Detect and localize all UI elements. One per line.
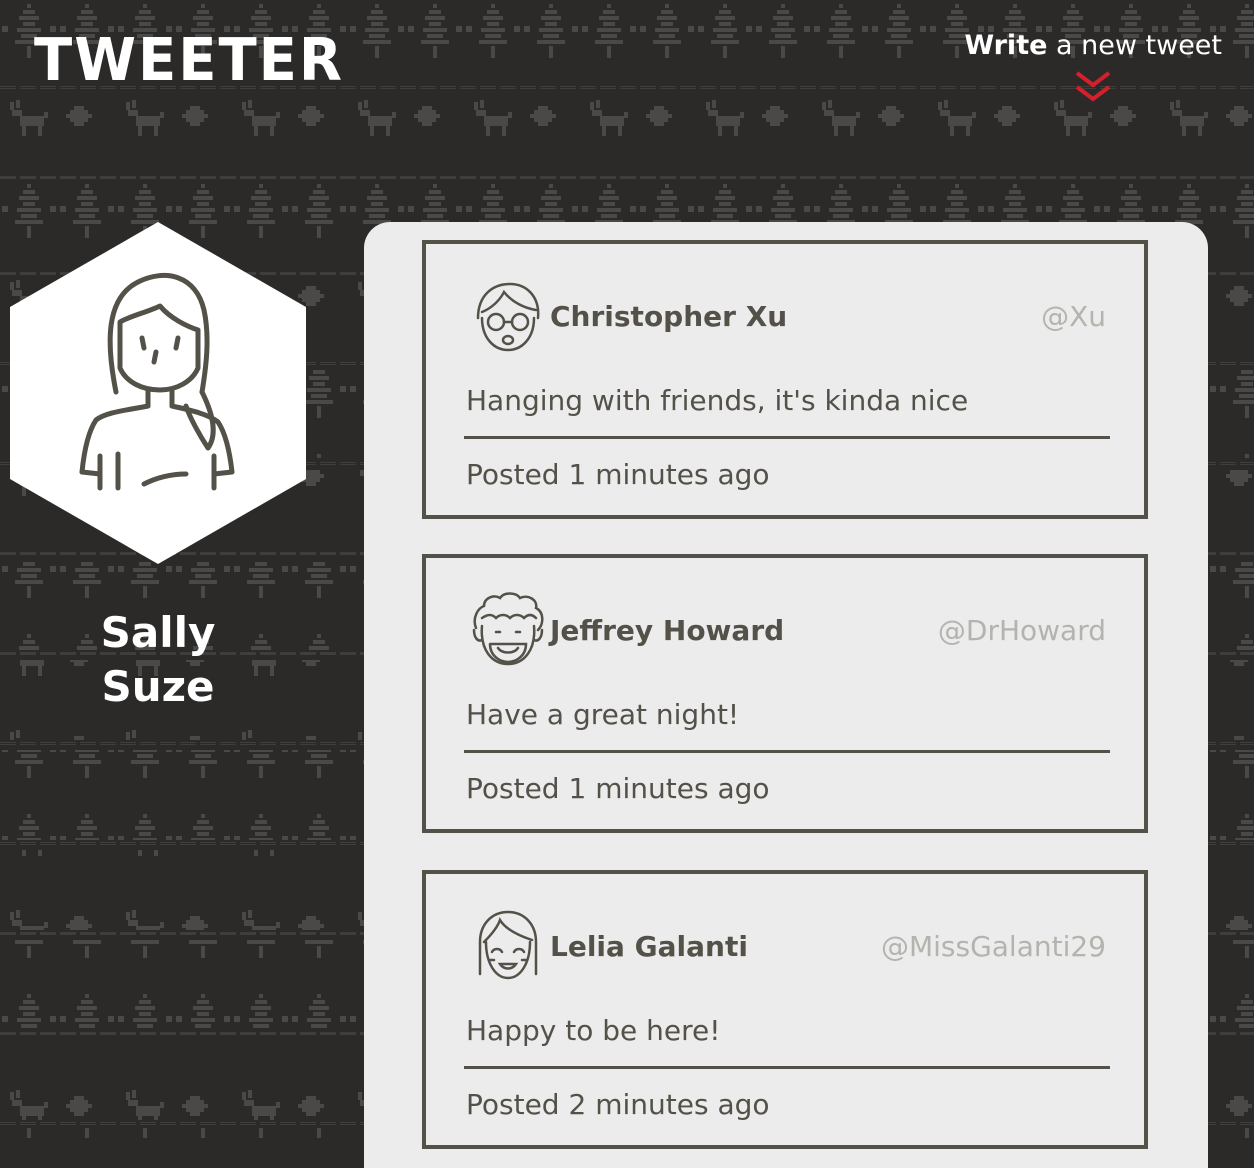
- tweet-text: Hanging with friends, it's kinda nice: [466, 384, 969, 417]
- tweet-divider: [464, 750, 1110, 753]
- user-profile: Sally Suze: [10, 222, 306, 714]
- tweet-text: Have a great night!: [466, 698, 740, 731]
- tweet-author-name[interactable]: Christopher Xu: [550, 300, 787, 333]
- tweet-author-name[interactable]: Lelia Galanti: [550, 930, 748, 963]
- double-chevron-down-icon[interactable]: [1073, 71, 1113, 105]
- tweet-card[interactable]: Jeffrey Howard @DrHoward Have a great ni…: [422, 554, 1148, 833]
- tweet-author-name[interactable]: Jeffrey Howard: [550, 614, 784, 647]
- write-new-tweet-button[interactable]: Write a new tweet: [964, 30, 1222, 105]
- tweet-author-handle[interactable]: @MissGalanti29: [881, 930, 1106, 963]
- tweet-author-handle[interactable]: @DrHoward: [938, 614, 1106, 647]
- tweet-feed[interactable]: Christopher Xu @Xu Hanging with friends,…: [364, 222, 1208, 1168]
- tweet-timestamp: Posted 1 minutes ago: [466, 458, 770, 491]
- tweet-card[interactable]: Christopher Xu @Xu Hanging with friends,…: [422, 240, 1148, 519]
- woman-avatar-icon: [10, 222, 306, 564]
- tweet-timestamp: Posted 1 minutes ago: [466, 772, 770, 805]
- compose-label-strong: Write: [964, 30, 1048, 61]
- profile-name: Sally Suze: [10, 606, 306, 714]
- tweet-text: Happy to be here!: [466, 1014, 721, 1047]
- tweet-divider: [464, 1066, 1110, 1069]
- tweet-header: Lelia Galanti @MissGalanti29: [470, 908, 1106, 984]
- profile-last-name: Suze: [101, 662, 215, 711]
- app-logo[interactable]: TWEETER: [34, 26, 344, 94]
- tweet-card[interactable]: Lelia Galanti @MissGalanti29 Happy to be…: [422, 870, 1148, 1149]
- curly-hair-man-avatar-icon: [472, 592, 544, 666]
- man-with-glasses-avatar-icon: [476, 282, 540, 352]
- tweet-header: Christopher Xu @Xu: [470, 278, 1106, 354]
- profile-first-name: Sally: [100, 608, 216, 657]
- tweet-header: Jeffrey Howard @DrHoward: [470, 592, 1106, 668]
- tweet-timestamp: Posted 2 minutes ago: [466, 1088, 770, 1121]
- tweet-author-handle[interactable]: @Xu: [1041, 300, 1106, 333]
- compose-label-rest: a new tweet: [1047, 30, 1222, 61]
- girl-bangs-avatar-icon: [478, 910, 538, 980]
- tweet-divider: [464, 436, 1110, 439]
